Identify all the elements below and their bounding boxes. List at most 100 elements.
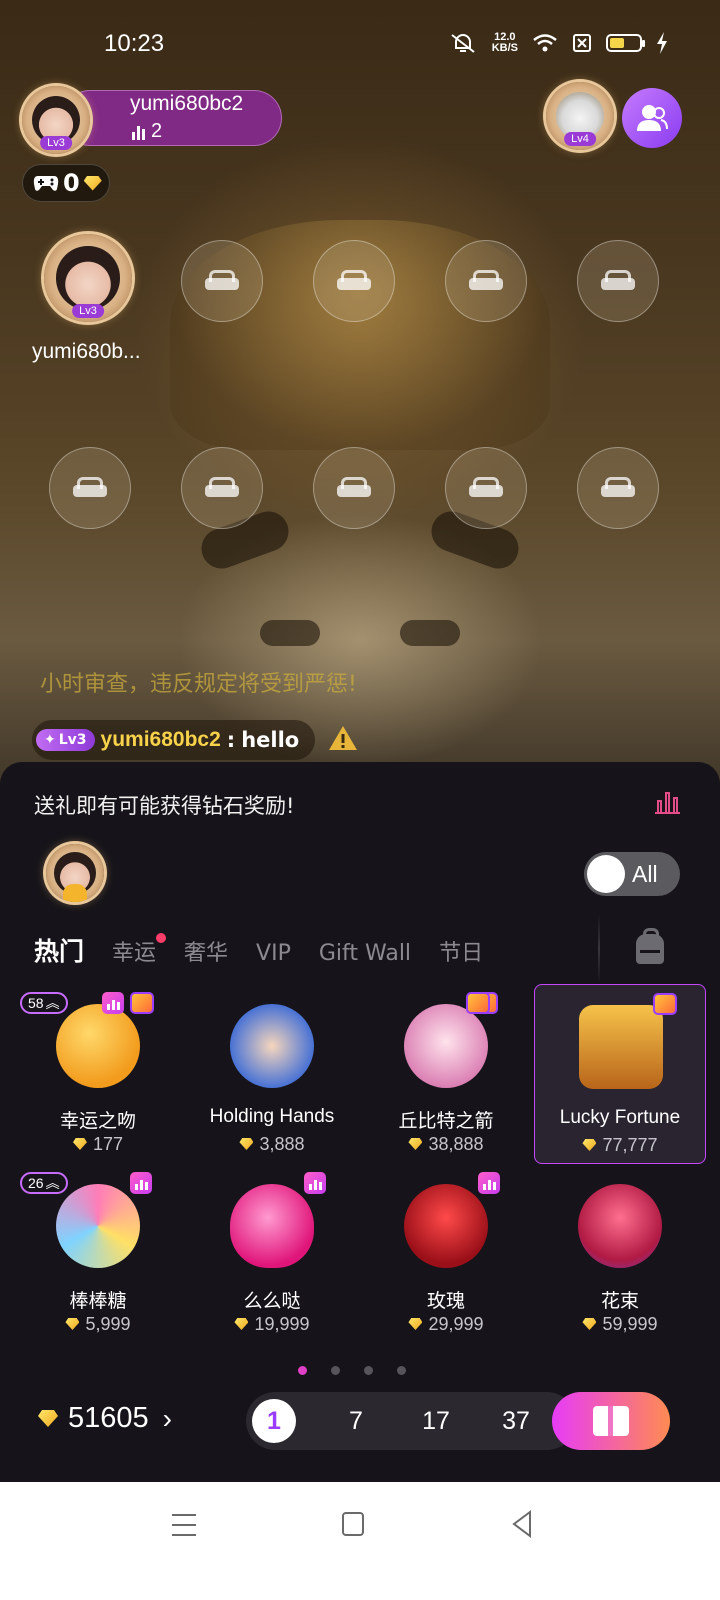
wifi-icon (533, 34, 557, 52)
gift-price-value: 77,777 (602, 1135, 658, 1155)
game-chip[interactable]: 0 (22, 164, 110, 202)
bar-tag-icon (102, 992, 124, 1014)
quantity-option[interactable]: 17 (396, 1407, 476, 1436)
gift-item[interactable]: 26 ︽ 棒棒糖 5,999 (12, 1164, 184, 1344)
gift-price-value: 5,999 (85, 1314, 131, 1334)
gift-name: 花束 (600, 1291, 639, 1312)
empty-seat[interactable] (577, 447, 659, 529)
status-time: 10:23 (104, 30, 165, 57)
gift-item[interactable]: 58 ︽ 幸运之吻 177 (12, 984, 184, 1164)
chevron-up-icon: ︽ (45, 1175, 60, 1191)
gift-item[interactable]: 么么哒 19,999 (186, 1164, 358, 1344)
audience-icon (132, 124, 145, 140)
online-count-value: 2 (151, 120, 163, 142)
holding-hands-icon (230, 1004, 314, 1088)
quantity-option-selected[interactable]: 1 (252, 1399, 296, 1443)
chat-level-text: Lv3 (58, 732, 87, 748)
recent-apps-icon[interactable] (172, 1514, 196, 1536)
page-indicator (298, 1366, 406, 1375)
diamond-icon (239, 1138, 254, 1150)
sofa-icon (601, 270, 635, 292)
gift-price: 29,999 (360, 1314, 532, 1335)
empty-seat[interactable] (313, 240, 395, 322)
tab-lucky[interactable]: 幸运 (112, 933, 167, 967)
empty-seat[interactable] (181, 447, 263, 529)
empty-seat[interactable] (49, 447, 131, 529)
lips-icon (230, 1184, 314, 1268)
diamond-icon (72, 1138, 87, 1150)
owner-level: Lv4 (564, 132, 596, 146)
gift-level-value: 26 (28, 1175, 44, 1191)
page-dot-active[interactable] (298, 1366, 307, 1375)
chat-username[interactable]: yumi680bc2 (101, 728, 221, 752)
toggle-label: All (632, 861, 658, 887)
battery-fill (610, 38, 624, 48)
rose-icon (404, 1184, 488, 1268)
empty-seat[interactable] (313, 447, 395, 529)
status-icons: 12.0 KB/S (448, 32, 668, 54)
tab-luxury[interactable]: 奢华 (184, 935, 228, 967)
gift-price: 3,888 (186, 1134, 358, 1155)
chat-message: ✦ Lv3 yumi680bc2 : hello (32, 720, 316, 760)
seat-occupied[interactable]: Lv3 (44, 234, 132, 322)
tab-hot[interactable]: 热门 (34, 932, 84, 968)
tab-gift-wall[interactable]: Gift Wall (319, 941, 411, 966)
empty-seat[interactable] (445, 447, 527, 529)
empty-seat[interactable] (445, 240, 527, 322)
gift-price-value: 177 (92, 1134, 124, 1154)
page-dot[interactable] (331, 1366, 340, 1375)
tab-vip[interactable]: VIP (256, 941, 291, 966)
chevron-right-icon: › (162, 1402, 172, 1434)
select-all-toggle[interactable]: All (584, 852, 680, 896)
empty-seat[interactable] (577, 240, 659, 322)
send-gift-button[interactable] (552, 1392, 670, 1450)
tab-festival[interactable]: 节日 (439, 935, 483, 967)
seat-user-face (56, 246, 120, 310)
gift-item[interactable]: Holding Hands 3,888 (186, 984, 498, 1164)
room-notice: 小时审查，违反规定将受到严惩! (40, 672, 357, 697)
quantity-option[interactable]: 7 (316, 1407, 396, 1436)
gift-item[interactable]: 丘比特之箭 38,888 (360, 984, 532, 1164)
sofa-icon (205, 270, 239, 292)
gift-panel: 送礼即有可能获得钻石奖励! All 热门 幸运 奢华 VIP Gift Wall… (0, 762, 720, 1482)
back-icon[interactable] (510, 1510, 534, 1538)
charging-icon (657, 32, 667, 54)
tiger-eye (400, 620, 460, 646)
gift-name: 玫瑰 (426, 1291, 465, 1312)
cupid-icon (404, 1004, 488, 1088)
balance-value: 51605 (68, 1402, 149, 1434)
host-avatar[interactable]: Lv3 (22, 86, 90, 154)
ranking-icon[interactable] (655, 790, 680, 814)
owner-avatar[interactable]: Lv4 (546, 82, 614, 150)
diamond-icon (582, 1318, 597, 1330)
diamond-icon (65, 1318, 80, 1330)
bar-tag-icon (130, 1172, 152, 1194)
host-pill[interactable]: Lv3 yumi680bc2 2 (22, 86, 282, 154)
home-button-icon[interactable] (342, 1512, 364, 1536)
diamond-icon (408, 1318, 423, 1330)
backpack-icon[interactable] (636, 928, 664, 964)
members-button[interactable] (622, 88, 682, 148)
seat-user-level: Lv3 (72, 304, 104, 318)
lollipop-icon (56, 1184, 140, 1268)
quantity-option[interactable]: 37 (476, 1407, 556, 1436)
gift-item-selected[interactable]: Lucky Fortune 77,777 (534, 984, 706, 1164)
gift-name: Holding Hands (209, 1106, 335, 1127)
system-nav-bar (0, 1482, 720, 1600)
tiger-eye (260, 620, 320, 646)
net-speed: 12.0 KB/S (492, 32, 518, 54)
page-dot[interactable] (364, 1366, 373, 1375)
sofa-icon (73, 477, 107, 499)
tab-lucky-label: 幸运 (112, 941, 157, 966)
sofa-icon (337, 270, 371, 292)
warning-icon[interactable] (328, 724, 358, 752)
gift-item[interactable]: 玫瑰 29,999 (360, 1164, 532, 1344)
balance-button[interactable]: 51605 › (38, 1402, 172, 1435)
page-dot[interactable] (397, 1366, 406, 1375)
chat-separator: : (226, 728, 236, 752)
gift-item[interactable]: 花束 59,999 (534, 1164, 706, 1344)
host-level: Lv3 (40, 136, 72, 150)
empty-seat[interactable] (181, 240, 263, 322)
gift-name: 幸运之吻 (59, 1111, 136, 1132)
recipient-avatar[interactable] (46, 844, 104, 902)
